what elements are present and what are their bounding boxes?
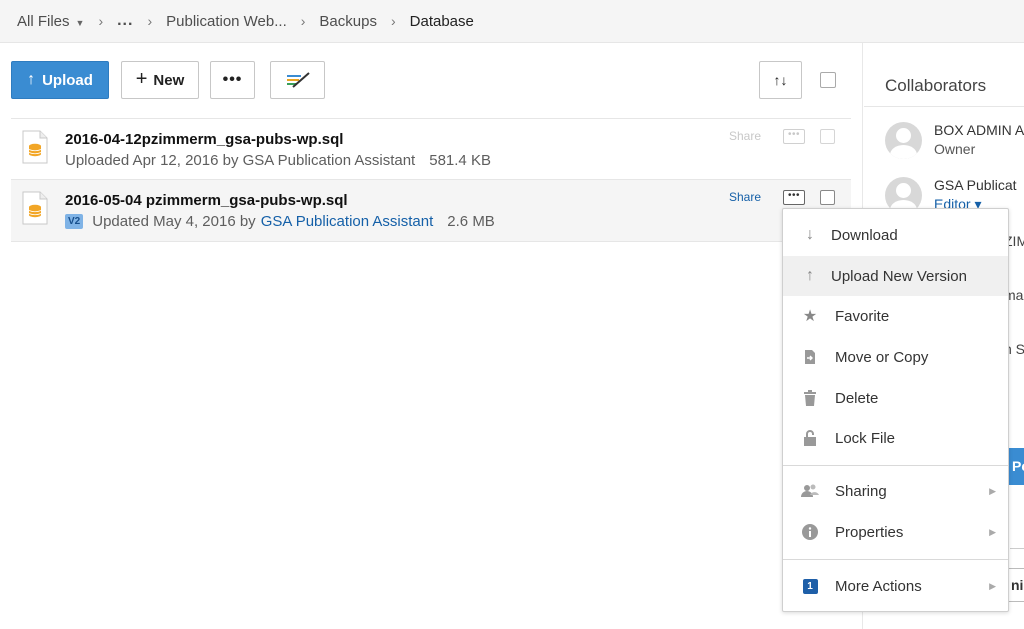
file-meta-text: Updated May 4, 2016 by bbox=[92, 213, 256, 230]
collaborator-name: BOX ADMIN A bbox=[934, 122, 1024, 138]
file-meta-text: Uploaded Apr 12, 2016 by GSA Publication… bbox=[65, 152, 416, 169]
collaborators-title: Collaborators bbox=[885, 76, 987, 95]
sql-file-icon bbox=[22, 191, 48, 225]
menu-divider bbox=[783, 465, 1008, 466]
collaborator-name: GSA Publicat bbox=[934, 177, 1017, 193]
context-menu: ↓ Download ↑ Upload New Version ★ Favori… bbox=[782, 208, 1009, 612]
lock-icon bbox=[801, 429, 819, 447]
chevron-right-icon: › bbox=[98, 13, 104, 29]
chevron-right-icon: › bbox=[147, 13, 153, 29]
breadcrumb-all-files[interactable]: All Files ▼ bbox=[17, 13, 84, 30]
upload-label: Upload bbox=[42, 71, 93, 89]
file-row[interactable]: 2016-05-04 pzimmerm_gsa-pubs-wp.sql V2 U… bbox=[11, 180, 851, 242]
plus-icon: + bbox=[135, 67, 148, 90]
menu-item-lock-file[interactable]: Lock File bbox=[783, 418, 1008, 458]
menu-item-label: Upload New Version bbox=[831, 267, 967, 285]
breadcrumb-backups[interactable]: Backups bbox=[319, 13, 377, 30]
file-name[interactable]: 2016-04-12pzimmerm_gsa-pubs-wp.sql bbox=[65, 131, 343, 148]
file-browser: ↑ Upload + New ••• ↑↓ 2016-04-12pzimmerm… bbox=[0, 43, 863, 629]
info-icon bbox=[801, 523, 819, 541]
menu-item-label: Lock File bbox=[835, 429, 896, 447]
breadcrumb-all-files-label: All Files bbox=[17, 12, 70, 30]
chevron-right-icon: ▶ bbox=[989, 485, 996, 496]
people-icon bbox=[801, 482, 819, 500]
toolbar: ↑ Upload + New ••• ↑↓ bbox=[11, 61, 851, 101]
file-size: 2.6 MB bbox=[447, 213, 495, 230]
row-checkbox[interactable] bbox=[820, 129, 835, 144]
new-button[interactable]: + New bbox=[121, 61, 199, 99]
breadcrumb-current: Database bbox=[409, 12, 474, 30]
download-icon: ↓ bbox=[806, 226, 814, 243]
upload-button[interactable]: ↑ Upload bbox=[11, 61, 109, 99]
uploader-link[interactable]: GSA Publication Assistant bbox=[261, 213, 434, 230]
trash-icon bbox=[801, 389, 819, 407]
more-actions-badge: 1 bbox=[802, 578, 818, 594]
box-notes-button[interactable] bbox=[270, 61, 325, 99]
chevron-right-icon: ▶ bbox=[989, 526, 996, 537]
menu-item-label: Download bbox=[831, 226, 898, 244]
file-meta: V2 Updated May 4, 2016 by GSA Publicatio… bbox=[65, 213, 495, 230]
sql-file-icon bbox=[22, 130, 48, 164]
breadcrumb: All Files ▼ › ... › Publication Web... › … bbox=[0, 0, 1024, 43]
menu-item-favorite[interactable]: ★ Favorite bbox=[783, 296, 1008, 336]
collaborator-role: Owner bbox=[934, 141, 976, 157]
menu-item-more-actions[interactable]: 1 More Actions ▶ bbox=[783, 566, 1008, 606]
sort-icon: ↑↓ bbox=[773, 72, 788, 88]
select-all-checkbox[interactable] bbox=[820, 72, 836, 88]
breadcrumb-ellipsis[interactable]: ... bbox=[117, 12, 133, 30]
menu-item-move-copy[interactable]: Move or Copy bbox=[783, 337, 1008, 377]
breadcrumb-publication[interactable]: Publication Web... bbox=[166, 13, 287, 30]
menu-item-download[interactable]: ↓ Download bbox=[783, 215, 1008, 255]
share-link[interactable]: Share bbox=[729, 190, 761, 204]
menu-item-label: Delete bbox=[835, 389, 879, 407]
star-icon: ★ bbox=[802, 308, 818, 325]
caret-down-icon[interactable]: ▼ bbox=[76, 18, 85, 28]
chevron-right-icon: › bbox=[300, 13, 306, 29]
menu-item-properties[interactable]: Properties ▶ bbox=[783, 512, 1008, 552]
chevron-right-icon: › bbox=[390, 13, 396, 29]
upload-icon: ↑ bbox=[806, 267, 814, 284]
new-label: New bbox=[153, 71, 185, 89]
collaborator-item[interactable]: BOX ADMIN A Owner bbox=[885, 122, 1024, 172]
file-row[interactable]: 2016-04-12pzimmerm_gsa-pubs-wp.sql Uploa… bbox=[11, 118, 851, 180]
menu-divider bbox=[783, 559, 1008, 560]
menu-item-label: Properties bbox=[835, 523, 904, 541]
menu-item-label: Move or Copy bbox=[835, 348, 929, 366]
menu-item-label: Sharing bbox=[835, 482, 887, 500]
menu-item-upload-new-version[interactable]: ↑ Upload New Version bbox=[783, 256, 1008, 296]
divider bbox=[1010, 548, 1024, 549]
menu-item-label: More Actions bbox=[835, 577, 922, 595]
row-checkbox[interactable] bbox=[820, 190, 835, 205]
divider bbox=[864, 106, 1024, 107]
version-badge[interactable]: V2 bbox=[65, 214, 84, 229]
move-copy-icon bbox=[801, 348, 819, 366]
row-more-button[interactable]: ••• bbox=[783, 129, 805, 144]
more-actions-badge-icon: 1 bbox=[801, 577, 819, 595]
share-link[interactable]: Share bbox=[729, 129, 761, 143]
chevron-right-icon: ▶ bbox=[989, 580, 996, 591]
arrow-up-icon: ↑ bbox=[27, 71, 36, 88]
more-icon: ••• bbox=[222, 71, 243, 88]
box-notes-icon bbox=[286, 72, 310, 88]
menu-item-delete[interactable]: Delete bbox=[783, 378, 1008, 418]
menu-item-sharing[interactable]: Sharing ▶ bbox=[783, 471, 1008, 511]
sort-button[interactable]: ↑↓ bbox=[759, 61, 802, 99]
row-more-button[interactable]: ••• bbox=[783, 190, 805, 205]
avatar bbox=[885, 122, 922, 159]
file-meta: Uploaded Apr 12, 2016 by GSA Publication… bbox=[65, 152, 491, 169]
file-size: 581.4 KB bbox=[429, 152, 491, 169]
file-list: 2016-04-12pzimmerm_gsa-pubs-wp.sql Uploa… bbox=[11, 118, 851, 242]
menu-item-label: Favorite bbox=[835, 307, 890, 325]
more-options-button[interactable]: ••• bbox=[210, 61, 255, 99]
file-name[interactable]: 2016-05-04 pzimmerm_gsa-pubs-wp.sql bbox=[65, 192, 348, 209]
